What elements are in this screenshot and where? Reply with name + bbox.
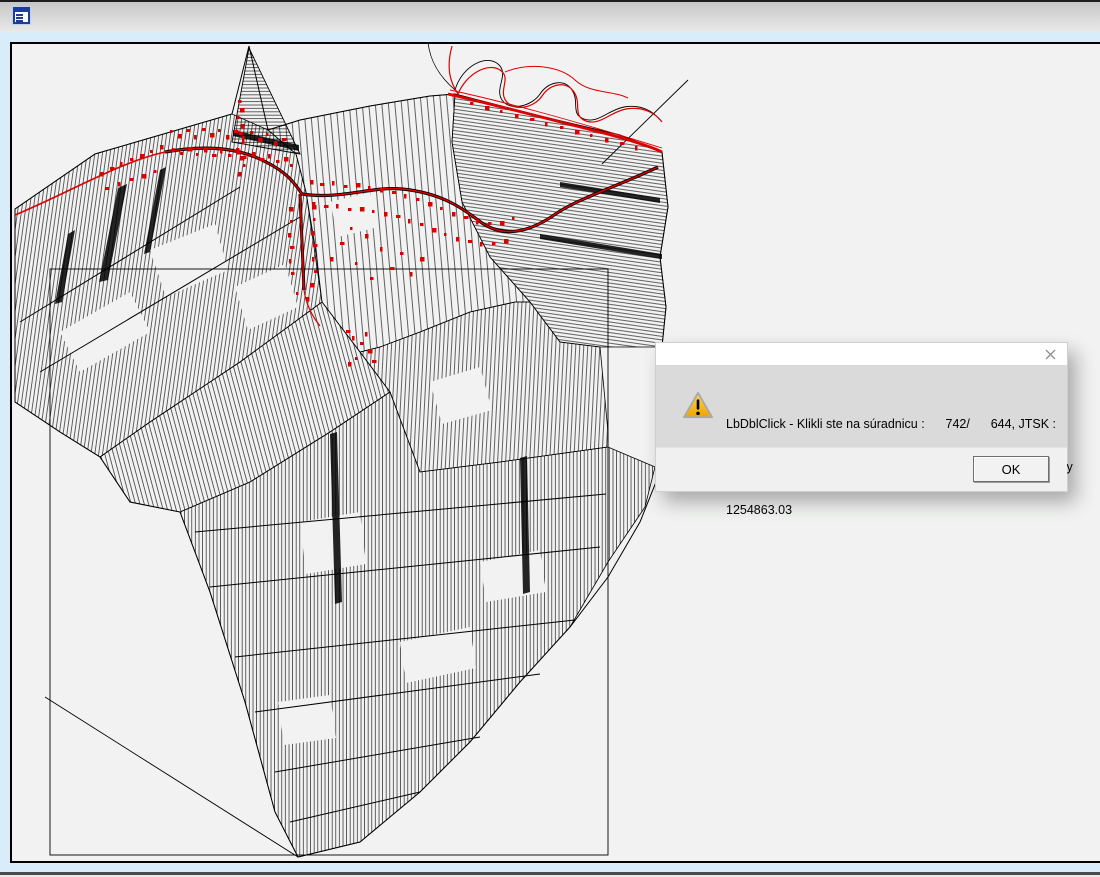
message-dialog: LbDblClick - Klikli ste na súradnicu : 7… [655, 342, 1068, 492]
dialog-titlebar [656, 343, 1067, 365]
dialog-footer: OK [656, 447, 1067, 491]
app-window: LbDblClick - Klikli ste na súradnicu : 7… [0, 0, 1100, 875]
close-icon[interactable] [1041, 347, 1059, 362]
warning-icon [683, 391, 713, 424]
dialog-message-line3: 1254863.03 [726, 503, 1073, 517]
dialog-message-line1: LbDblClick - Klikli ste na súradnicu : 7… [726, 417, 1073, 431]
ok-button[interactable]: OK [973, 456, 1049, 482]
window-titlebar [0, 2, 1100, 32]
form-window-icon[interactable] [13, 7, 30, 24]
